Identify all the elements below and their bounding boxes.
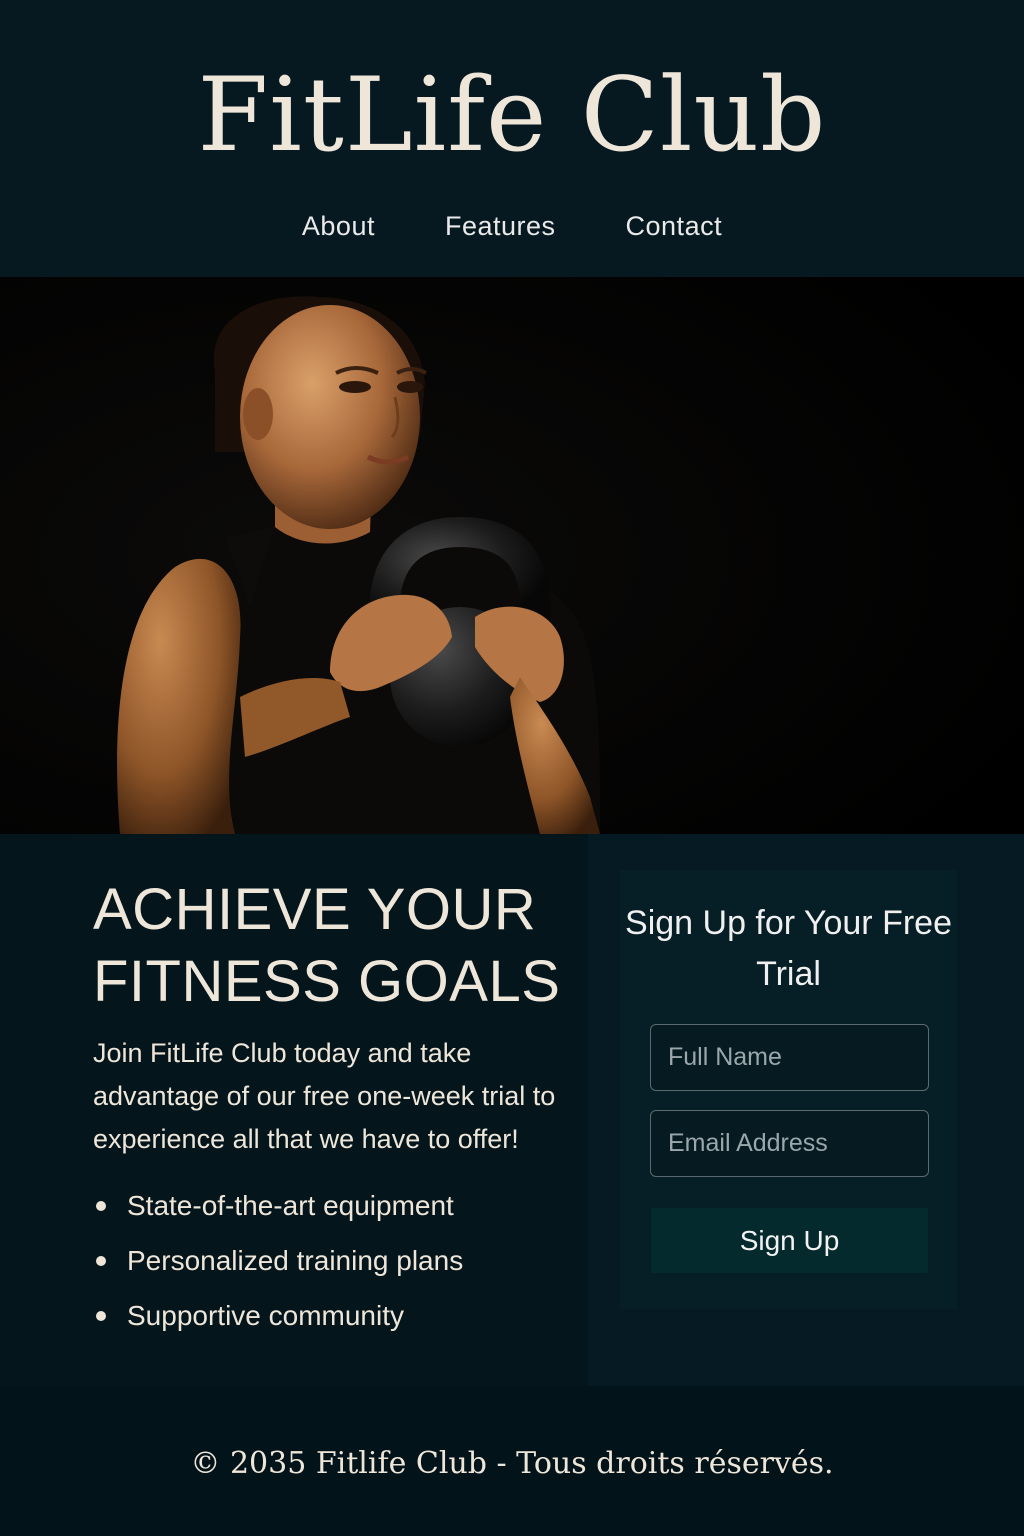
promo-section: ACHIEVE YOUR FITNESS GOALS Join FitLife … (0, 834, 588, 1386)
hero-image (0, 277, 1024, 834)
hero-headline: ACHIEVE YOUR FITNESS GOALS (93, 874, 573, 1018)
full-name-input[interactable] (650, 1024, 929, 1091)
sign-up-button[interactable]: Sign Up (651, 1208, 928, 1273)
copyright-text: © 2035 Fitlife Club - Tous droits réserv… (190, 1446, 834, 1481)
main-nav: About Features Contact (0, 206, 1024, 246)
bullet-icon (96, 1311, 106, 1321)
site-header: FitLife Club About Features Contact (0, 0, 1024, 277)
features-list: State-of-the-art equipment Personalized … (93, 1178, 463, 1343)
headline-line-1: ACHIEVE YOUR (93, 877, 537, 942)
site-footer: © 2035 Fitlife Club - Tous droits réserv… (0, 1386, 1024, 1536)
feature-text: Personalized training plans (127, 1245, 464, 1276)
intro-text: Join FitLife Club today and take advanta… (93, 1038, 556, 1154)
bullet-icon (96, 1201, 106, 1211)
feature-item: Personalized training plans (93, 1233, 463, 1288)
feature-text: Supportive community (127, 1300, 405, 1331)
headline-line-2: FITNESS GOALS (93, 949, 561, 1014)
feature-item: State-of-the-art equipment (93, 1178, 463, 1233)
main-content: ACHIEVE YOUR FITNESS GOALS Join FitLife … (0, 834, 1024, 1386)
woman-kettlebell-illustration (0, 277, 1024, 834)
signup-title: Sign Up for Your Free Trial (625, 904, 952, 993)
nav-link-features[interactable]: Features (445, 206, 556, 246)
email-input[interactable] (650, 1110, 929, 1177)
nav-link-about[interactable]: About (302, 206, 375, 246)
bullet-icon (96, 1256, 106, 1266)
feature-text: State-of-the-art equipment (127, 1190, 454, 1221)
signup-card: Sign Up for Your Free Trial Sign Up (620, 870, 957, 1309)
site-logo-title[interactable]: FitLife Club (0, 56, 1024, 176)
nav-link-contact[interactable]: Contact (626, 206, 723, 246)
feature-item: Supportive community (93, 1288, 463, 1343)
